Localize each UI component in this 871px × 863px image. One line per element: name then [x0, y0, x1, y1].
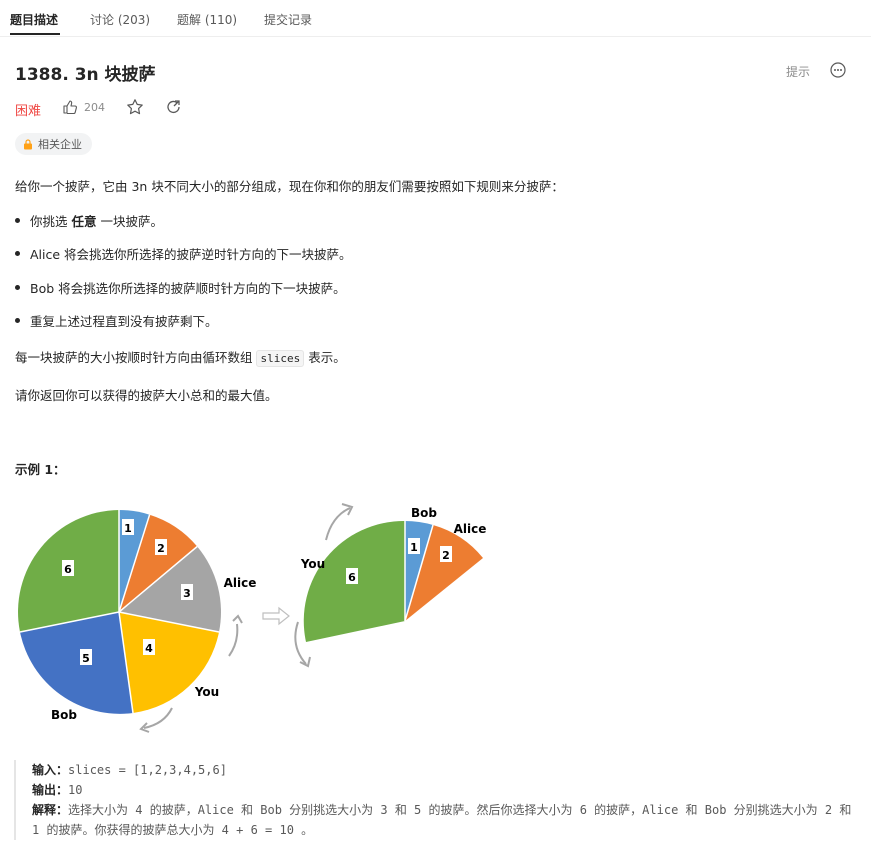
example-io-block: 输入：slices = [1,2,3,4,5,6] 输出：10 解释：选择大小为…	[14, 760, 871, 840]
rule1-before: 你挑选	[30, 214, 72, 229]
related-companies-label: 相关企业	[38, 138, 82, 151]
bullet-dot	[15, 318, 20, 323]
pie-after	[303, 520, 483, 642]
output-value: 10	[68, 783, 83, 797]
pie2-you-label: You	[300, 557, 325, 571]
tab-discussion[interactable]: 讨论 (203)	[90, 11, 150, 28]
rule2-text: Alice 将会挑选你所选择的披萨逆时针方向的下一块披萨。	[30, 247, 352, 262]
bullet-dot	[15, 251, 20, 256]
array-note-before: 每一块披萨的大小按顺时针方向由循环数组	[15, 350, 257, 365]
rule1-bold: 任意	[71, 214, 97, 229]
thumbs-up-icon[interactable]	[62, 99, 78, 115]
pie2-alice-label: Alice	[454, 522, 487, 536]
pie1-you-label: You	[194, 685, 219, 699]
like-count: 204	[84, 101, 105, 114]
rule-item: 你挑选 任意 一块披萨。	[15, 211, 163, 230]
active-tab-indicator	[10, 33, 60, 35]
rule3-text: Bob 将会挑选你所选择的披萨顺时针方向的下一块披萨。	[30, 281, 346, 296]
description-intro: 给你一个披萨，它由 3n 块不同大小的部分组成，现在你和你的朋友们需要按照如下规…	[15, 179, 564, 194]
star-icon[interactable]	[126, 98, 144, 116]
pie2-label-2: 2	[442, 549, 450, 562]
problem-title: 1388. 3n 块披萨	[15, 65, 156, 85]
slices-code: slices	[256, 350, 305, 367]
pie-before	[18, 510, 221, 714]
hint-button[interactable]: 提示	[786, 63, 810, 80]
input-label: 输入：	[32, 763, 69, 777]
example-input-line: 输入：slices = [1,2,3,4,5,6]	[32, 760, 871, 780]
pie1-alice-label: Alice	[224, 576, 257, 590]
pie1-bob-label: Bob	[51, 708, 77, 722]
example-explain-line: 解释：选择大小为 4 的披萨，Alice 和 Bob 分别挑选大小为 3 和 5…	[32, 800, 852, 840]
pie2-label-6: 6	[348, 571, 356, 584]
example-title: 示例 1：	[15, 462, 66, 477]
share-icon[interactable]	[166, 99, 182, 115]
pie2-label-1: 1	[410, 541, 418, 554]
bullet-dot	[15, 218, 20, 223]
rule-item: 重复上述过程直到没有披萨剩下。	[15, 311, 218, 330]
rule1-after: 一块披萨。	[96, 214, 163, 229]
tab-description[interactable]: 题目描述	[10, 11, 58, 28]
description-question: 请你返回你可以获得的披萨大小总和的最大值。	[15, 388, 278, 403]
rule4-text: 重复上述过程直到没有披萨剩下。	[30, 314, 218, 329]
pie1-label-5: 5	[82, 652, 90, 665]
pie2-bob-label: Bob	[411, 506, 437, 520]
output-label: 输出：	[32, 783, 69, 797]
bullet-dot	[15, 285, 20, 290]
input-value: slices = [1,2,3,4,5,6]	[68, 763, 227, 777]
tab-submissions[interactable]: 提交记录	[264, 11, 312, 28]
difficulty-badge: 困难	[15, 104, 42, 119]
explain-value: 选择大小为 4 的披萨，Alice 和 Bob 分别挑选大小为 3 和 5 的披…	[32, 803, 852, 837]
rule-item: Bob 将会挑选你所选择的披萨顺时针方向的下一块披萨。	[15, 278, 346, 297]
pie1-label-4: 4	[145, 642, 153, 655]
pie1-label-3: 3	[183, 587, 191, 600]
example-output-line: 输出：10	[32, 780, 871, 800]
tab-solutions[interactable]: 题解 (110)	[177, 11, 237, 28]
array-note-after: 表示。	[304, 350, 346, 365]
pie1-label-6: 6	[64, 563, 72, 576]
description-array-note: 每一块披萨的大小按顺时针方向由循环数组 slices 表示。	[15, 347, 346, 367]
rule-item: Alice 将会挑选你所选择的披萨逆时针方向的下一块披萨。	[15, 244, 352, 263]
example-figure: 1 2 3 4 5 6 Alice You Bob 1 2 6 Bob Alic…	[18, 503, 487, 733]
more-options-icon[interactable]	[830, 62, 846, 78]
tab-bar: 题目描述 讨论 (203) 题解 (110) 提交记录	[0, 0, 871, 37]
explain-label: 解释：	[32, 803, 69, 817]
transition-arrow-icon	[262, 606, 290, 626]
pie1-label-1: 1	[124, 522, 132, 535]
pie1-label-2: 2	[157, 542, 165, 555]
related-companies-tag[interactable]: 相关企业	[15, 133, 92, 155]
lock-icon	[24, 138, 32, 149]
